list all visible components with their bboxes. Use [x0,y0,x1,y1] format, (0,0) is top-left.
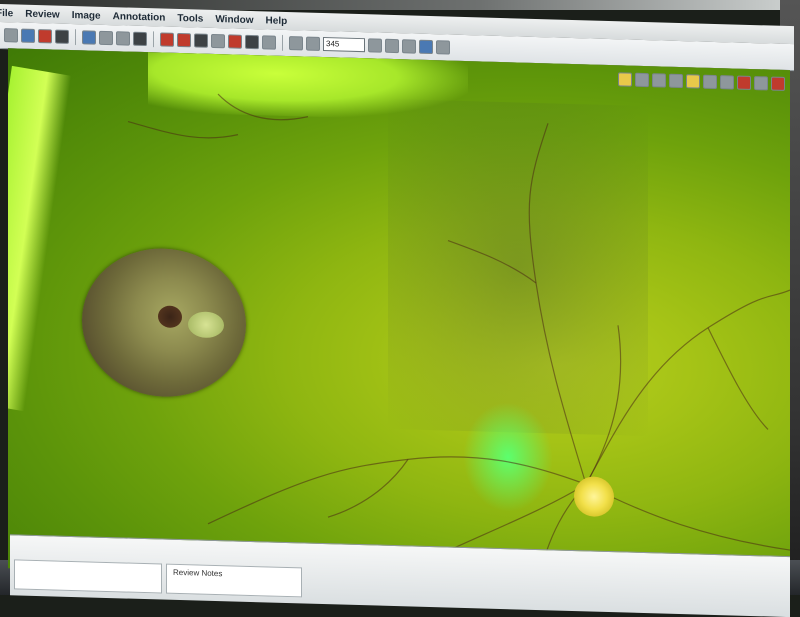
note-icon[interactable] [618,72,632,87]
view-gray-icon[interactable] [211,33,225,49]
menu-review[interactable]: Review [25,8,59,20]
toolbar-separator [75,29,76,46]
user-icon[interactable] [21,28,35,43]
undo-icon[interactable] [720,75,734,90]
image-red-icon[interactable] [38,29,52,44]
delete-annotation-icon[interactable] [771,76,785,91]
brush-icon[interactable] [99,30,113,46]
minus-icon[interactable] [436,40,450,55]
layout-icon[interactable] [4,28,18,43]
zoom-out-icon[interactable] [306,36,320,51]
view-dark-icon[interactable] [194,33,208,48]
toolbar-separator [282,34,283,51]
zoom-select[interactable]: 345 [323,37,365,53]
rectangle-icon[interactable] [686,74,700,89]
view-red-icon[interactable] [160,32,174,47]
review-notes-tab[interactable]: Review Notes [166,563,302,598]
menu-tools[interactable]: Tools [177,12,203,24]
retinal-imaging-app: File Review Image Annotation Tools Windo… [0,4,794,617]
export-icon[interactable] [133,31,147,47]
view-red2-icon[interactable] [177,32,191,48]
optic-disc [574,476,614,518]
layers-icon[interactable] [754,76,768,91]
menu-image[interactable]: Image [72,10,101,22]
menu-help[interactable]: Help [266,15,288,27]
menu-annotation[interactable]: Annotation [113,11,166,23]
inset-dark-spot [158,305,182,329]
crop-icon[interactable] [402,39,416,54]
grid-icon[interactable] [245,34,259,50]
fit-icon[interactable] [368,38,382,53]
ellipse-icon[interactable] [703,74,717,90]
print-icon[interactable] [116,31,130,46]
fundus-image-viewer[interactable] [8,48,790,591]
inset-light-spot [188,311,224,339]
line-icon[interactable] [652,73,666,88]
image-dark-icon[interactable] [55,29,69,44]
globe-icon[interactable] [262,35,276,50]
magnify-icon[interactable] [385,38,399,54]
arrow-icon[interactable] [669,73,683,89]
save-icon[interactable] [82,30,96,45]
color-icon[interactable] [737,75,751,90]
toolbar-separator [153,31,154,48]
panel-left-tab[interactable] [14,559,162,594]
menu-file[interactable]: File [0,7,13,18]
zoom-in-icon[interactable] [289,36,303,51]
view-red3-icon[interactable] [228,34,242,49]
split-view-icon[interactable] [419,39,433,55]
review-notes-label: Review Notes [173,567,223,579]
pointer-icon[interactable] [635,72,649,88]
menu-window[interactable]: Window [215,14,253,26]
